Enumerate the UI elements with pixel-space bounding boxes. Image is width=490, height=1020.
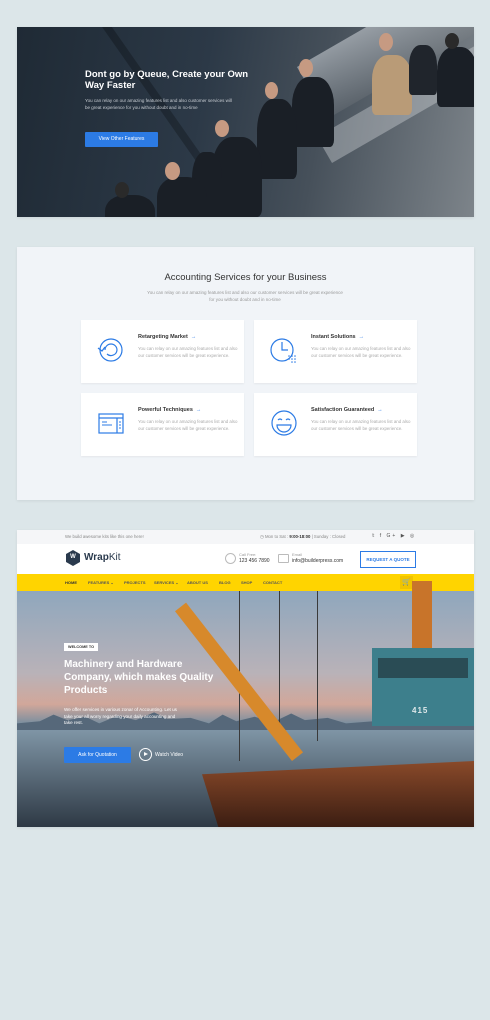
smiley-icon	[271, 410, 297, 436]
tagline: We build awesome kits like this one here…	[65, 534, 144, 539]
phone-icon	[225, 553, 236, 564]
nav-item-blog[interactable]: BLOG	[219, 580, 231, 585]
mail-icon	[278, 554, 289, 563]
cabin-window	[378, 658, 468, 678]
person-silhouette	[372, 55, 412, 115]
social-icons[interactable]: 𝕥 f G+ ▶ ◎	[372, 533, 416, 539]
nav-item-home[interactable]: HOME	[65, 580, 77, 585]
service-card-satisfaction[interactable]: Satisfaction Guaranteed → You can relay o…	[254, 393, 417, 456]
browser-window-icon	[98, 413, 124, 434]
person-silhouette	[257, 99, 297, 179]
service-description: You can relay on our amazing features li…	[311, 419, 411, 431]
ask-for-quotation-button[interactable]: Ask for Quotation	[64, 747, 131, 763]
arrow-right-icon: →	[195, 407, 202, 413]
feature-title: Dont go by Queue, Create your Own Way Fa…	[85, 69, 249, 91]
nav-item-projects[interactable]: PROJECTS	[124, 580, 146, 585]
service-description: You can relay on our amazing features li…	[138, 419, 238, 431]
retargeting-icon	[97, 338, 123, 362]
view-other-features-button[interactable]: View Other Features	[85, 132, 158, 147]
crane-cable	[317, 591, 318, 741]
services-subheading: You can relay on our amazing features li…	[147, 290, 343, 302]
nav-item-features[interactable]: FEATURES ⌄	[88, 580, 114, 585]
service-description: You can relay on our amazing features li…	[138, 346, 238, 358]
service-card-retargeting[interactable]: Retargeting Market → You can relay on our…	[81, 320, 244, 383]
person-silhouette	[409, 45, 437, 95]
logo-hex-icon[interactable]: W	[66, 550, 80, 566]
person-silhouette	[292, 77, 334, 147]
logo-text[interactable]: WrapKit	[84, 552, 121, 563]
clock-icon	[270, 338, 296, 363]
top-bar: We build awesome kits like this one here…	[17, 530, 474, 544]
arrow-right-icon: →	[377, 407, 383, 413]
feature-description: You can relay on our amazing features li…	[85, 98, 232, 110]
person-head	[299, 59, 313, 77]
service-title: Instant Solutions →	[311, 334, 365, 340]
service-title: Satisfaction Guaranteed →	[311, 407, 383, 413]
watch-video-link[interactable]: Watch Video	[155, 752, 183, 758]
wrapkit-homepage-card: We build awesome kits like this one here…	[17, 530, 474, 827]
nav-item-services[interactable]: SERVICES ⌄	[154, 580, 179, 585]
arrow-right-icon: →	[190, 334, 197, 340]
opening-hours: ◷ Mon to Sat : 9:00-18:00 | Sunday : Clo…	[260, 534, 346, 539]
crane-cabin: 415	[372, 648, 474, 726]
person-head	[115, 182, 129, 198]
crane-cable	[279, 591, 280, 731]
person-head	[265, 82, 278, 99]
person-silhouette	[437, 47, 474, 107]
service-card-techniques[interactable]: Powerful Techniques → You can relay on ou…	[81, 393, 244, 456]
hero-banner: 415 WELCOME TO Machinery and Hardware Co…	[17, 581, 474, 827]
arrow-right-icon: →	[358, 334, 365, 340]
person-head	[165, 162, 180, 180]
service-title: Powerful Techniques →	[138, 407, 202, 413]
service-card-instant[interactable]: Instant Solutions → You can relay on our …	[254, 320, 417, 383]
play-icon[interactable]	[139, 748, 152, 761]
person-silhouette	[157, 177, 207, 217]
person-silhouette	[105, 195, 155, 217]
hero-title: Machinery and Hardware Company, which ma…	[64, 659, 214, 696]
request-quote-button[interactable]: REQUEST A QUOTE	[360, 551, 416, 568]
main-nav: HOME FEATURES ⌄ PROJECTS SERVICES ⌄ ABOU…	[17, 574, 474, 591]
clock-icon: ◷	[260, 534, 264, 539]
hero-description: We offer services in various zonar of Ac…	[64, 707, 177, 725]
person-head	[445, 33, 459, 49]
nav-item-about[interactable]: ABOUT US	[187, 580, 208, 585]
service-description: You can relay on our amazing features li…	[311, 346, 411, 358]
crane-number: 415	[412, 706, 429, 715]
services-heading: Accounting Services for your Business	[164, 272, 327, 283]
services-section: Accounting Services for your Business Yo…	[17, 247, 474, 500]
person-head	[215, 120, 229, 137]
welcome-badge: WELCOME TO	[64, 643, 99, 651]
nav-item-contact[interactable]: CONTACT	[263, 580, 282, 585]
nav-item-shop[interactable]: SHOP	[241, 580, 252, 585]
hero-feature-card: Dont go by Queue, Create your Own Way Fa…	[17, 27, 474, 217]
person-head	[379, 33, 393, 51]
service-title: Retargeting Market →	[138, 334, 197, 340]
site-header: W WrapKit Call Free: 123 456 7890 Email …	[17, 544, 474, 574]
